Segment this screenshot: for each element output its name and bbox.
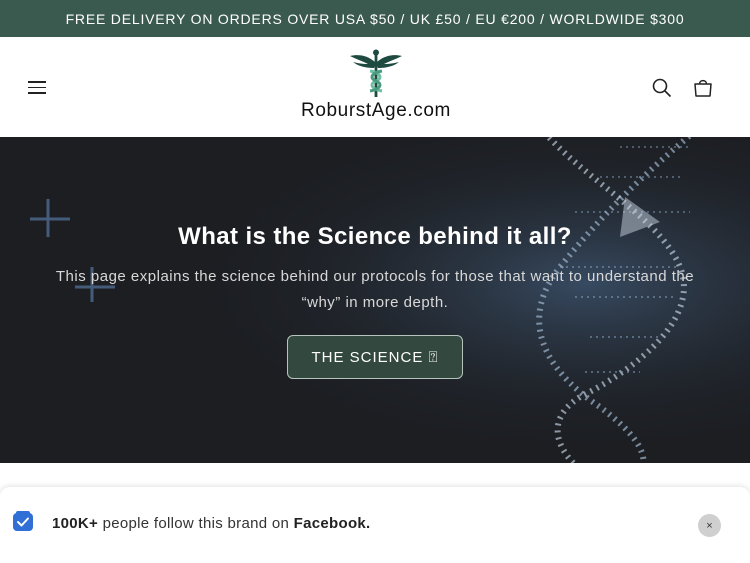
site-logo[interactable]: RoburstAge.com: [283, 49, 469, 127]
menu-button[interactable]: [28, 77, 52, 99]
platform-name: Facebook.: [293, 515, 371, 532]
site-header: RoburstAge.com: [0, 37, 750, 137]
popup-message-middle: people follow this brand on: [98, 515, 294, 532]
logo-text: RoburstAge.com: [301, 100, 451, 121]
close-popup-button[interactable]: ×: [698, 514, 721, 537]
social-proof-popup: 100K+ people follow this brand on Facebo…: [0, 487, 750, 563]
hero-content: What is the Science behind it all? This …: [0, 137, 750, 463]
caduceus-icon: [350, 49, 402, 97]
checkbox-icon: [13, 511, 33, 531]
hamburger-icon-line: [28, 92, 46, 94]
follower-count: 100K+: [52, 515, 99, 532]
announcement-text: FREE DELIVERY ON ORDERS OVER USA $50 / U…: [65, 10, 685, 27]
search-button[interactable]: [651, 77, 673, 99]
search-icon: [652, 78, 672, 98]
hamburger-icon: [28, 81, 46, 83]
popup-message: 100K+ people follow this brand on Facebo…: [52, 515, 371, 532]
announcement-bar: FREE DELIVERY ON ORDERS OVER USA $50 / U…: [0, 0, 750, 37]
the-science-button[interactable]: THE SCIENCE ⍰: [287, 335, 463, 379]
hero-title: What is the Science behind it all?: [178, 223, 572, 250]
hero-banner: What is the Science behind it all? This …: [0, 137, 750, 463]
cart-button[interactable]: [692, 77, 714, 99]
hamburger-icon-line: [28, 86, 46, 88]
hero-description: This page explains the science behind ou…: [55, 268, 695, 311]
cart-icon: [694, 79, 712, 97]
